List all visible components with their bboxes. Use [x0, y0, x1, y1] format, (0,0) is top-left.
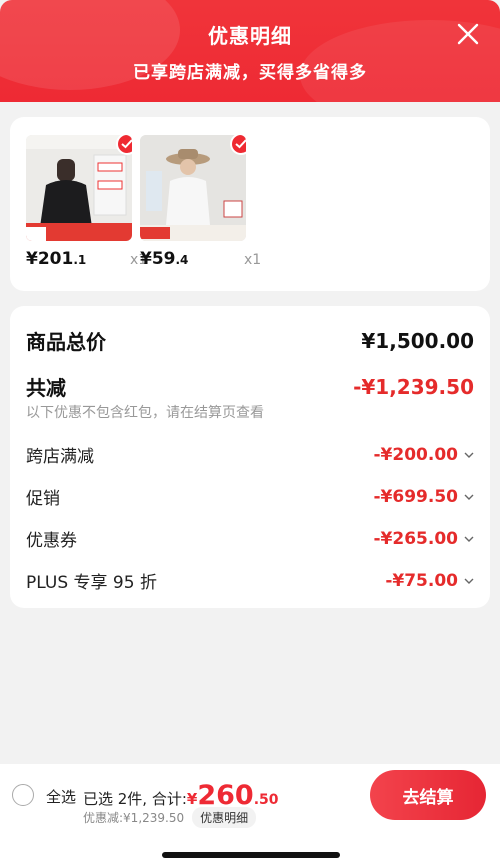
total-currency: ¥ [186, 790, 198, 808]
product-price: ¥201.1 [26, 249, 146, 269]
product-quantity: x1 [244, 252, 262, 268]
product-item[interactable]: ¥201.1 x1 [26, 135, 147, 269]
discount-detail-button[interactable]: 优惠明细 [192, 807, 257, 828]
reduction-note: 以下优惠不包含红包，请在结算页查看 [26, 405, 264, 421]
product-photo [140, 135, 246, 241]
chevron-down-icon [464, 452, 474, 458]
select-all-label[interactable]: 全选 [46, 786, 76, 807]
select-all-radio[interactable] [12, 784, 34, 806]
discount-row-plus[interactable]: PLUS 专享 95 折 -¥75.00 [26, 568, 474, 593]
discount-total-text: 优惠减:¥1,239.50 [83, 811, 185, 825]
home-indicator[interactable] [162, 852, 340, 858]
close-button[interactable] [454, 20, 482, 48]
check-icon [121, 139, 132, 149]
discount-row-coupon[interactable]: 优惠券 -¥265.00 [26, 526, 474, 551]
discount-value: -¥265.00 [374, 529, 475, 549]
discount-label: 优惠券 [26, 531, 77, 551]
checkout-button[interactable]: 去结算 [370, 770, 486, 820]
price-decimal: .1 [73, 253, 87, 267]
total-reduction-label: 共减 [26, 376, 66, 400]
product-photo [26, 135, 132, 241]
total-reduction-row: 共减 -¥1,239.50 [26, 372, 474, 401]
total-price-label: 商品总价 [26, 330, 106, 354]
page-title: 优惠明细 [208, 24, 292, 48]
discount-amount: -¥200.00 [373, 444, 459, 465]
discount-value: -¥75.00 [385, 571, 474, 591]
discount-amount: -¥699.50 [373, 486, 459, 507]
product-price: ¥59.4 [140, 249, 260, 269]
total-price-value: ¥1,500.00 [361, 328, 474, 353]
discount-label: 促销 [26, 489, 60, 509]
price-summary-card: 商品总价 ¥1,500.00 共减 -¥1,239.50 以下优惠不包含红包，请… [10, 306, 490, 608]
chevron-down-icon [464, 578, 474, 584]
check-icon [235, 139, 246, 149]
chevron-down-icon [464, 494, 474, 500]
product-image[interactable] [140, 135, 246, 241]
discount-amount: -¥75.00 [385, 570, 458, 591]
product-item[interactable]: ¥59.4 x1 [140, 135, 261, 269]
discount-label: 跨店满减 [26, 447, 94, 467]
discount-label: PLUS 专享 95 折 [26, 573, 157, 593]
price-decimal: .4 [175, 253, 189, 267]
discount-detail-header: 优惠明细 已享跨店满减，买得多省得多 [0, 0, 500, 102]
price-integer: ¥59 [140, 249, 176, 269]
discount-summary: 优惠减:¥1,239.50 优惠明细 [83, 807, 257, 828]
chevron-down-icon [464, 536, 474, 542]
page-subtitle: 已享跨店满减，买得多省得多 [133, 63, 367, 83]
close-icon [457, 23, 479, 45]
discount-amount: -¥265.00 [373, 528, 459, 549]
price-integer: ¥201 [26, 249, 74, 269]
discount-value: -¥200.00 [374, 445, 475, 465]
discount-row-cross-store[interactable]: 跨店满减 -¥200.00 [26, 442, 474, 467]
products-card: ¥201.1 x1 ¥59.4 x1 [10, 117, 490, 291]
total-price-row: 商品总价 ¥1,500.00 [26, 326, 474, 355]
selected-text: 已选 2件, 合计: [83, 790, 187, 808]
product-image[interactable] [26, 135, 132, 241]
discount-value: -¥699.50 [374, 487, 475, 507]
total-reduction-value: -¥1,239.50 [353, 374, 474, 399]
discount-row-promotion[interactable]: 促销 -¥699.50 [26, 484, 474, 509]
total-decimal: .50 [253, 792, 279, 808]
